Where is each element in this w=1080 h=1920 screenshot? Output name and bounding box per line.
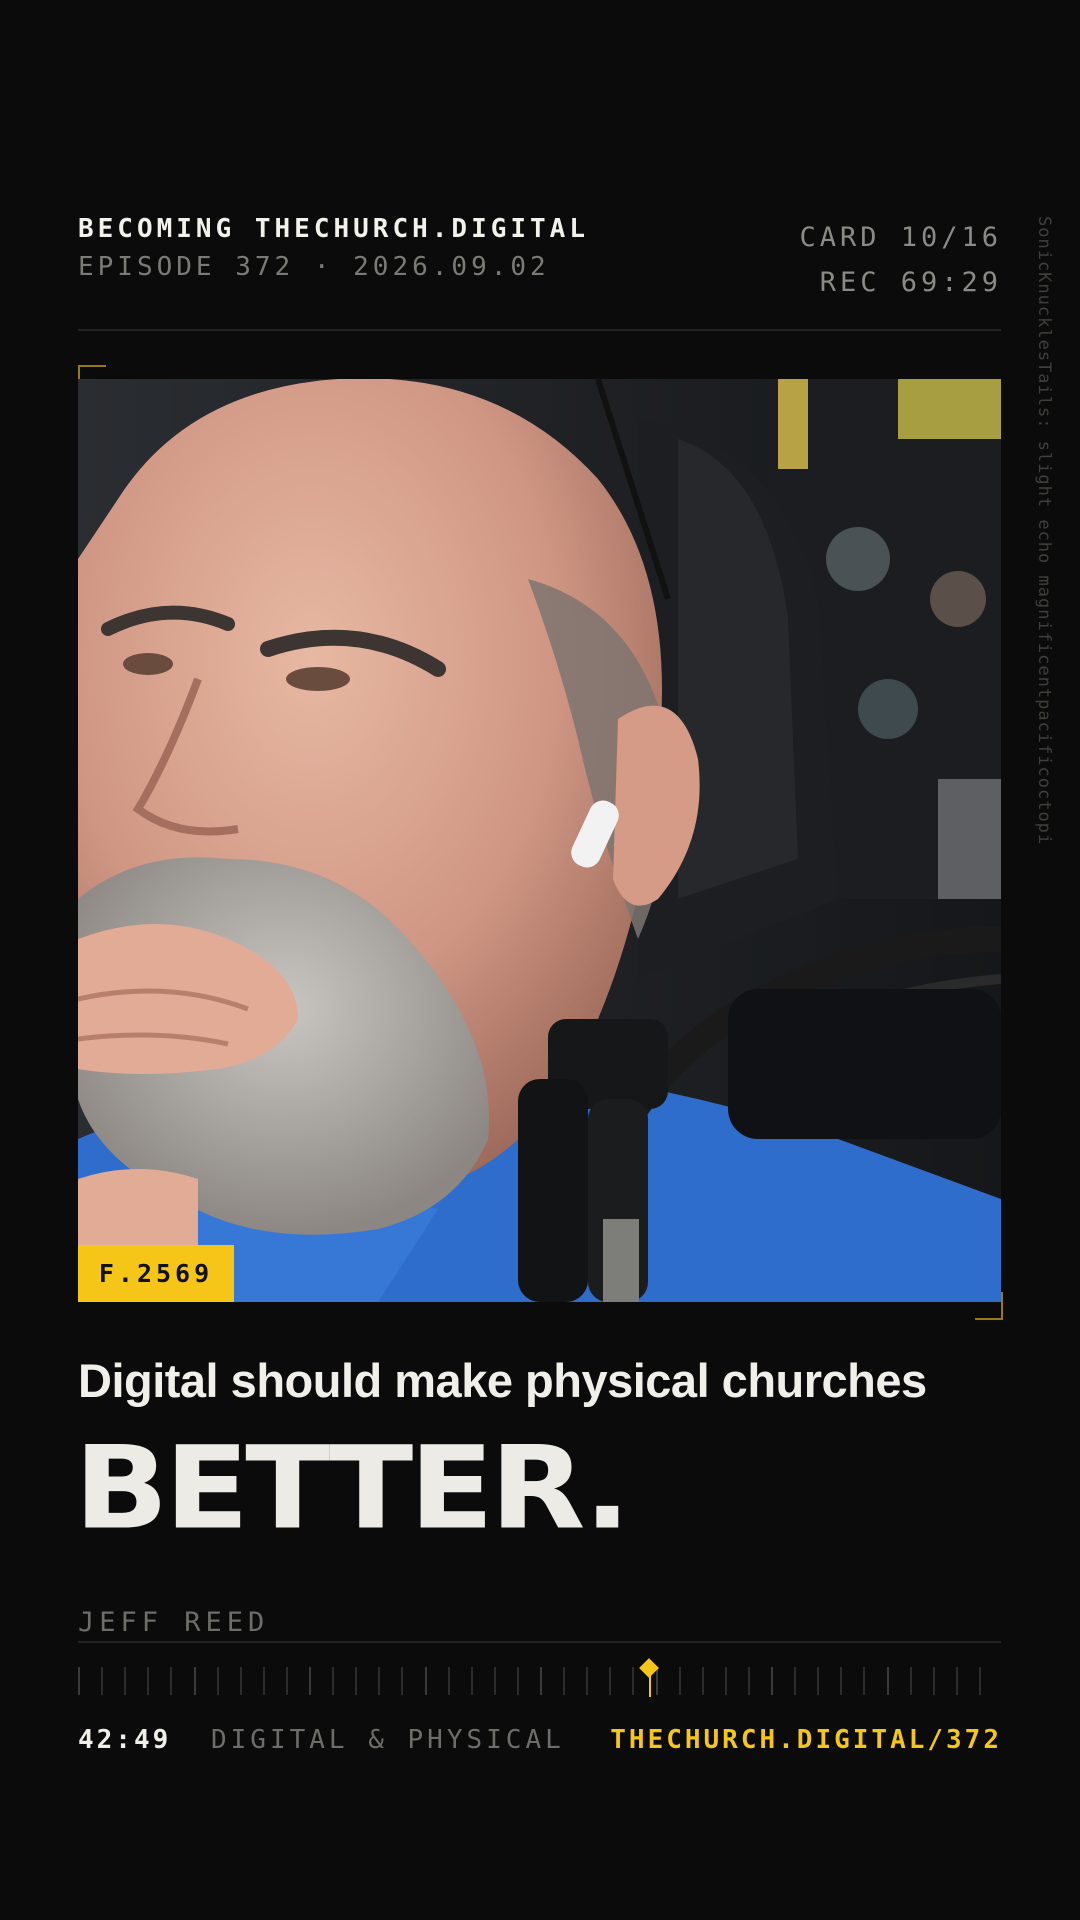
timeline-tick — [471, 1667, 473, 1695]
timeline-tick — [401, 1667, 403, 1695]
timeline-tick — [78, 1667, 80, 1695]
frame-corner-bottom-right — [975, 1292, 1003, 1320]
timeline-tick — [609, 1667, 611, 1695]
timeline-tick — [679, 1667, 681, 1695]
timeline-tick — [263, 1667, 265, 1695]
timeline-tick — [378, 1667, 380, 1695]
timeline-tick — [355, 1667, 357, 1695]
vertical-side-note: SonicKnucklesTails: slight echo magnific… — [1034, 216, 1054, 846]
speaker-name: JEFF REED — [78, 1607, 270, 1638]
timeline-tick — [101, 1667, 103, 1695]
timeline-tick — [448, 1667, 450, 1695]
timeline-tick — [147, 1667, 149, 1695]
timeline-tick — [887, 1667, 889, 1695]
card-counter: CARD 10/16 — [799, 222, 1002, 253]
timeline-tick — [217, 1667, 219, 1695]
timeline-tick — [332, 1667, 334, 1695]
timeline-tick — [586, 1667, 588, 1695]
timeline-tick — [817, 1667, 819, 1695]
timeline-tick — [933, 1667, 935, 1695]
timeline-tick — [286, 1667, 288, 1695]
timeline-tick — [863, 1667, 865, 1695]
timeline-tick — [910, 1667, 912, 1695]
timeline-tick — [656, 1667, 658, 1695]
show-title: BECOMING THECHURCH.DIGITAL — [78, 214, 589, 244]
timeline-tick — [170, 1667, 172, 1695]
timeline-tick — [979, 1667, 981, 1695]
recording-timestamp: REC 69:29 — [819, 267, 1002, 298]
timeline-tick — [771, 1667, 773, 1695]
timeline-tick — [194, 1667, 196, 1695]
timeline-tick — [840, 1667, 842, 1695]
timeline-tick — [124, 1667, 126, 1695]
speaker-photo — [78, 379, 1001, 1302]
timeline-tick — [540, 1667, 542, 1695]
timeline-tick — [494, 1667, 496, 1695]
timeline-scrubber[interactable] — [78, 1655, 1001, 1705]
current-time: 42:49 — [78, 1725, 172, 1755]
timeline-tick — [425, 1667, 427, 1695]
timeline-tick — [309, 1667, 311, 1695]
quote-headline: Digital should make physical churches — [78, 1354, 927, 1407]
header-divider — [78, 329, 1001, 331]
quote-emphasis: BETTER. — [74, 1422, 631, 1556]
frame-number-badge: F.2569 — [78, 1245, 234, 1302]
episode-info: EPISODE 372 · 2026.09.02 — [78, 252, 550, 282]
speaker-divider — [78, 1641, 1001, 1643]
timeline-tick — [632, 1667, 634, 1695]
timeline-tick — [240, 1667, 242, 1695]
timeline-tick — [794, 1667, 796, 1695]
timeline-tick — [956, 1667, 958, 1695]
timeline-tick — [725, 1667, 727, 1695]
topic-label: DIGITAL & PHYSICAL — [211, 1725, 565, 1755]
episode-link[interactable]: THECHURCH.DIGITAL/372 — [610, 1725, 1002, 1755]
timeline-tick — [702, 1667, 704, 1695]
timeline-tick — [563, 1667, 565, 1695]
timeline-tick — [748, 1667, 750, 1695]
timeline-tick — [517, 1667, 519, 1695]
